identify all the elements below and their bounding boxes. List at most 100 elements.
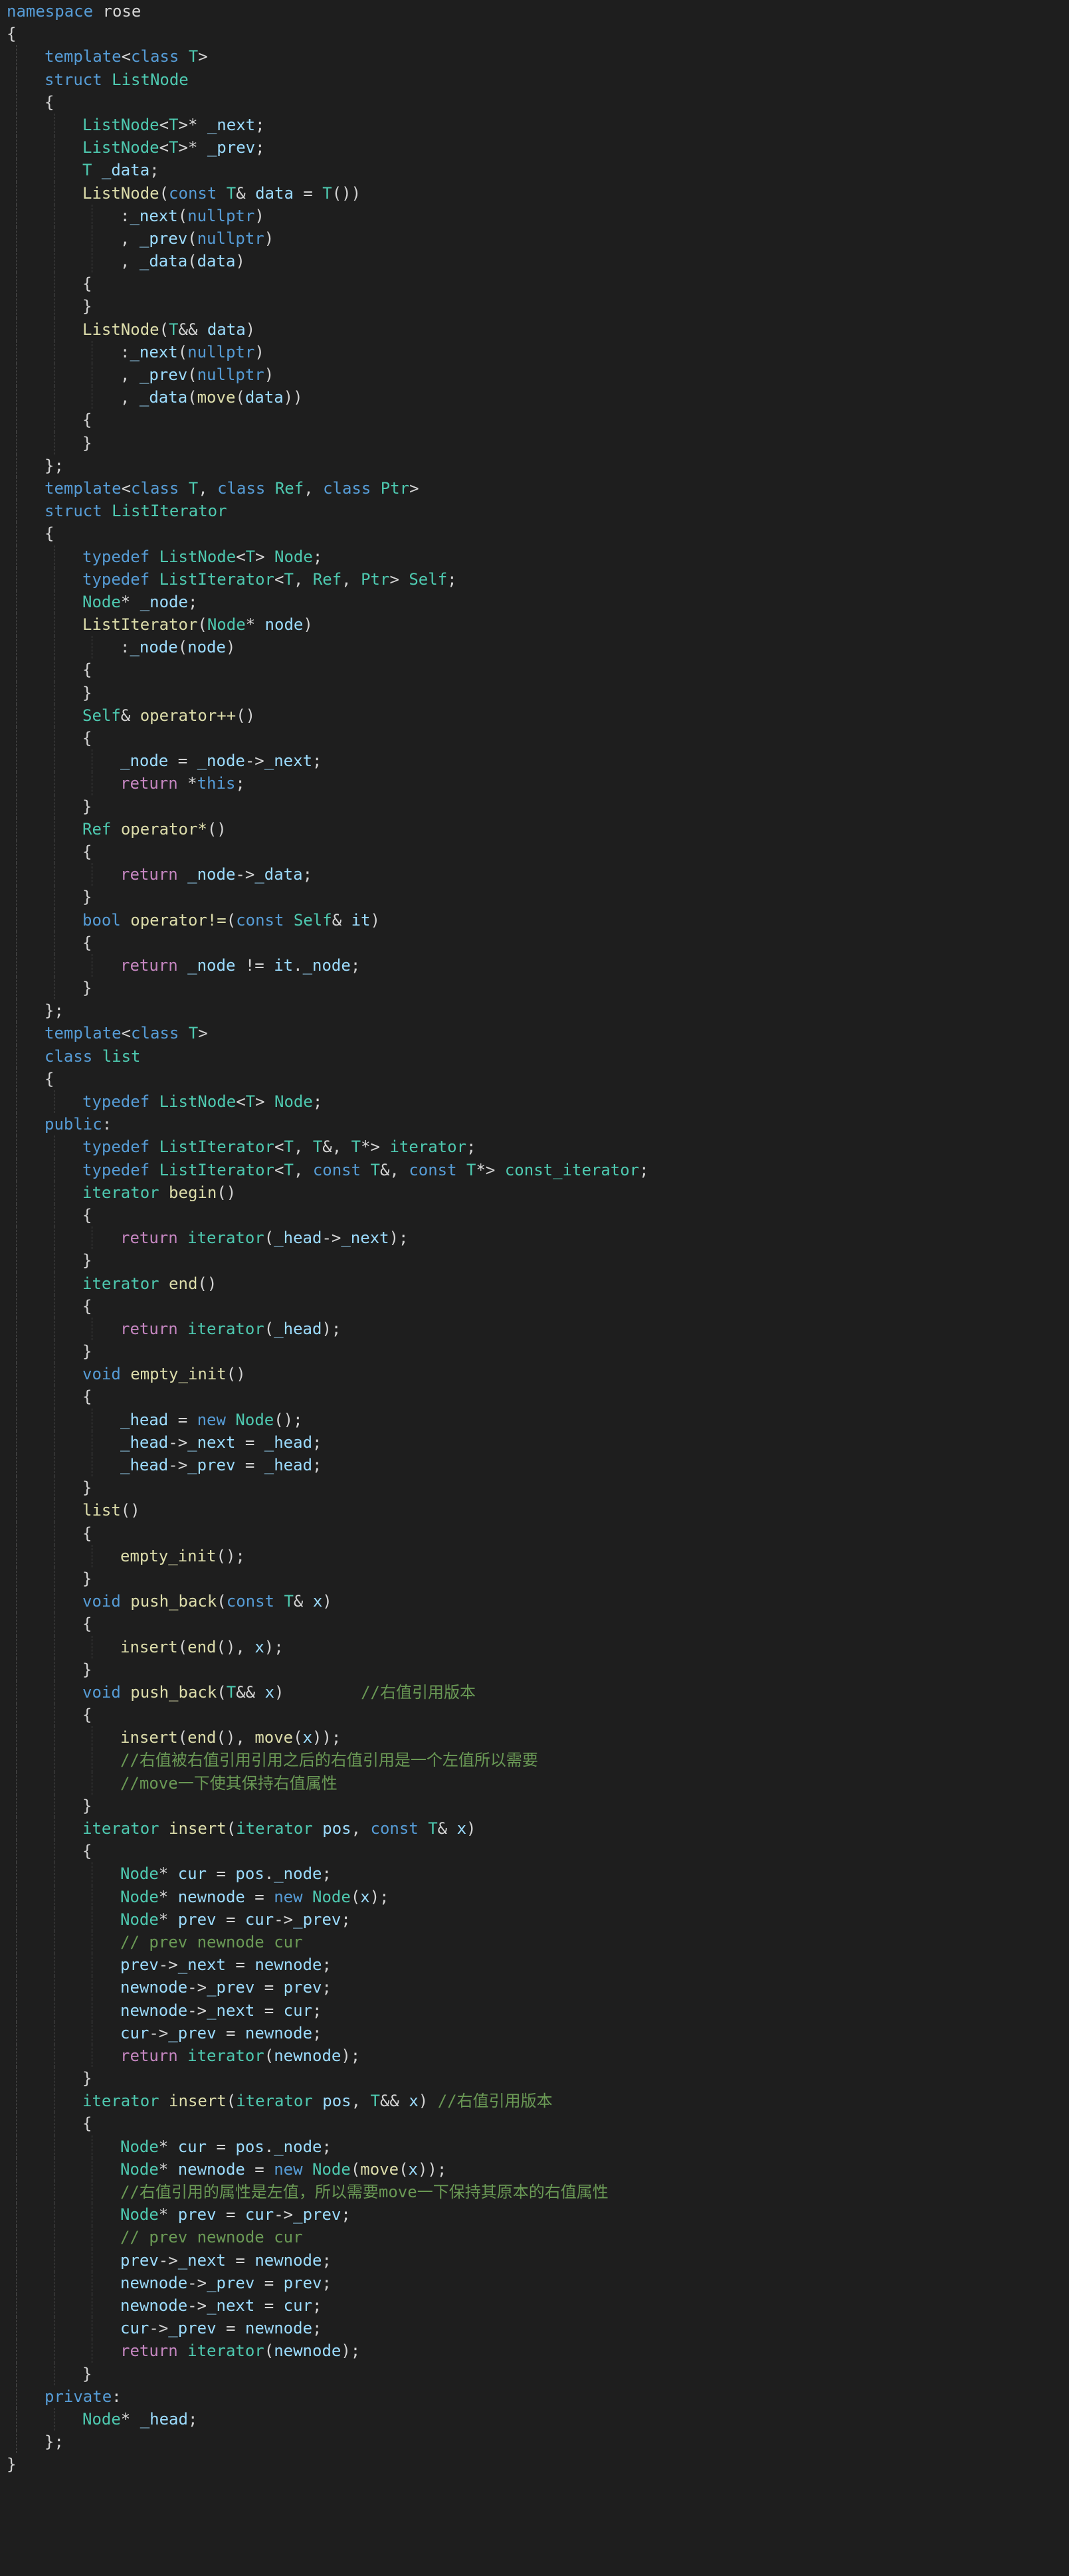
code-text: typedef ListIterator<T, const T&, const …: [82, 1159, 649, 1181]
code-token-plain: <: [274, 569, 284, 589]
code-token-plain: :: [120, 638, 130, 657]
code-token-plain: >: [389, 569, 409, 589]
code-token-plain: ;: [235, 774, 245, 793]
code-text: }: [82, 2363, 92, 2385]
code-text: _head->_prev = _head;: [120, 1454, 322, 1476]
code-token-plain: <: [121, 478, 132, 498]
indent-guide: [16, 204, 17, 227]
code-token-plain: (): [217, 1183, 237, 1202]
code-line: {: [0, 1704, 1069, 1727]
code-token-plain: ;: [312, 2001, 322, 2020]
code-token-var: _data: [254, 865, 303, 884]
code-token-type: Node: [120, 1887, 159, 1906]
code-token-func: insert: [169, 2092, 227, 2111]
code-editor[interactable]: namespace rose { template<class T> struct L…: [0, 0, 1069, 2576]
indent-guide: [16, 1113, 17, 1136]
code-line: }: [0, 1249, 1069, 1272]
code-token-plain: *>: [361, 1138, 390, 1157]
code-token-plain: ->: [274, 1910, 294, 1929]
code-token-param: node: [187, 638, 226, 657]
code-token-type: T: [169, 320, 179, 339]
code-token-keyword: public: [45, 1115, 102, 1134]
indent-guide: [16, 2248, 17, 2272]
code-token-func: insert: [120, 1728, 178, 1747]
indent-guide: [16, 181, 17, 205]
code-token-param: node: [264, 615, 304, 635]
code-token-var: _next: [177, 1955, 226, 1975]
code-token-type: T: [284, 569, 294, 589]
code-text: void push_back(T&& x) //右值引用版本: [82, 1681, 476, 1704]
code-token-plain: ));: [417, 2159, 447, 2179]
code-token-func: empty_init: [130, 1365, 227, 1384]
code-token-var: _head: [140, 2409, 188, 2428]
code-line: cur->_prev = newnode;: [0, 2317, 1069, 2340]
code-text: insert(end(), move(x));: [120, 1726, 341, 1749]
code-text: newnode->_next = cur;: [120, 1999, 322, 2022]
code-token-type: Ptr: [361, 569, 390, 589]
indent-guide: [16, 1203, 17, 1227]
code-line: // prev newnode cur: [0, 1930, 1069, 1954]
code-text: }: [82, 1340, 92, 1363]
code-token-plain: (: [264, 2341, 274, 2361]
code-line: iterator insert(iterator pos, const T& x…: [0, 1817, 1069, 1840]
indent-guide: [16, 953, 17, 977]
code-text: T _data;: [82, 159, 159, 181]
code-token-keyword: new: [274, 1887, 303, 1906]
code-text: struct ListIterator: [45, 500, 227, 522]
code-text: void empty_init(): [82, 1363, 246, 1385]
code-token-var: _prev: [293, 1910, 341, 1929]
code-token-param: pos: [322, 1819, 351, 1838]
code-token-plain: =: [225, 2250, 255, 2270]
code-token-param: x: [409, 2092, 419, 2111]
code-token-type: Node: [312, 2159, 351, 2179]
code-token-plain: }: [82, 979, 92, 998]
code-line: namespace rose: [0, 0, 1069, 23]
code-token-type: T: [370, 2092, 380, 2111]
code-token-plain: (: [177, 1637, 188, 1656]
code-token-plain: ;: [322, 2137, 332, 2156]
code-text: template<class T>: [45, 45, 208, 68]
code-token-plain: &&: [236, 1682, 265, 1702]
code-token-var: _node: [274, 2137, 322, 2156]
code-line: , _data(move(data)): [0, 386, 1069, 409]
code-token-var: cur: [244, 2205, 274, 2225]
code-token-var: _node: [302, 955, 351, 975]
code-token-type: T: [284, 1592, 294, 1611]
code-token-plain: (: [187, 229, 197, 248]
code-token-plain: ;: [187, 592, 198, 611]
code-token-var: _prev: [139, 229, 188, 248]
code-token-type: Node: [82, 2409, 121, 2428]
code-token-plain: ));: [312, 1728, 341, 1747]
indent-guide: [16, 840, 17, 864]
code-token-type: ListIterator: [159, 1160, 274, 1179]
code-token-plain: :: [102, 1115, 112, 1134]
code-line: Node* newnode = new Node(x);: [0, 1885, 1069, 1908]
code-line: {: [0, 1385, 1069, 1409]
code-token-type: T: [284, 1138, 294, 1157]
code-token-plain: =: [216, 1910, 245, 1929]
code-token-type: Self: [409, 569, 448, 589]
code-text: typedef ListIterator<T, Ref, Ptr> Self;: [82, 568, 457, 591]
code-line: // prev newnode cur: [0, 2226, 1069, 2249]
code-line: _head->_next = _head;: [0, 1431, 1069, 1454]
code-token-func: list: [82, 1501, 121, 1520]
code-text: {: [82, 272, 92, 295]
code-token-plain: {: [45, 1069, 54, 1088]
code-text: {: [45, 1068, 54, 1090]
code-token-plain: ): [303, 615, 313, 635]
indent-guide: [16, 1771, 17, 1795]
code-line: {: [0, 658, 1069, 682]
code-text: void push_back(const T& x): [82, 1590, 332, 1613]
code-token-type: ListIterator: [159, 569, 274, 589]
code-token-plain: ): [264, 365, 274, 384]
indent-guide: [16, 727, 17, 750]
code-text: {: [45, 522, 54, 545]
